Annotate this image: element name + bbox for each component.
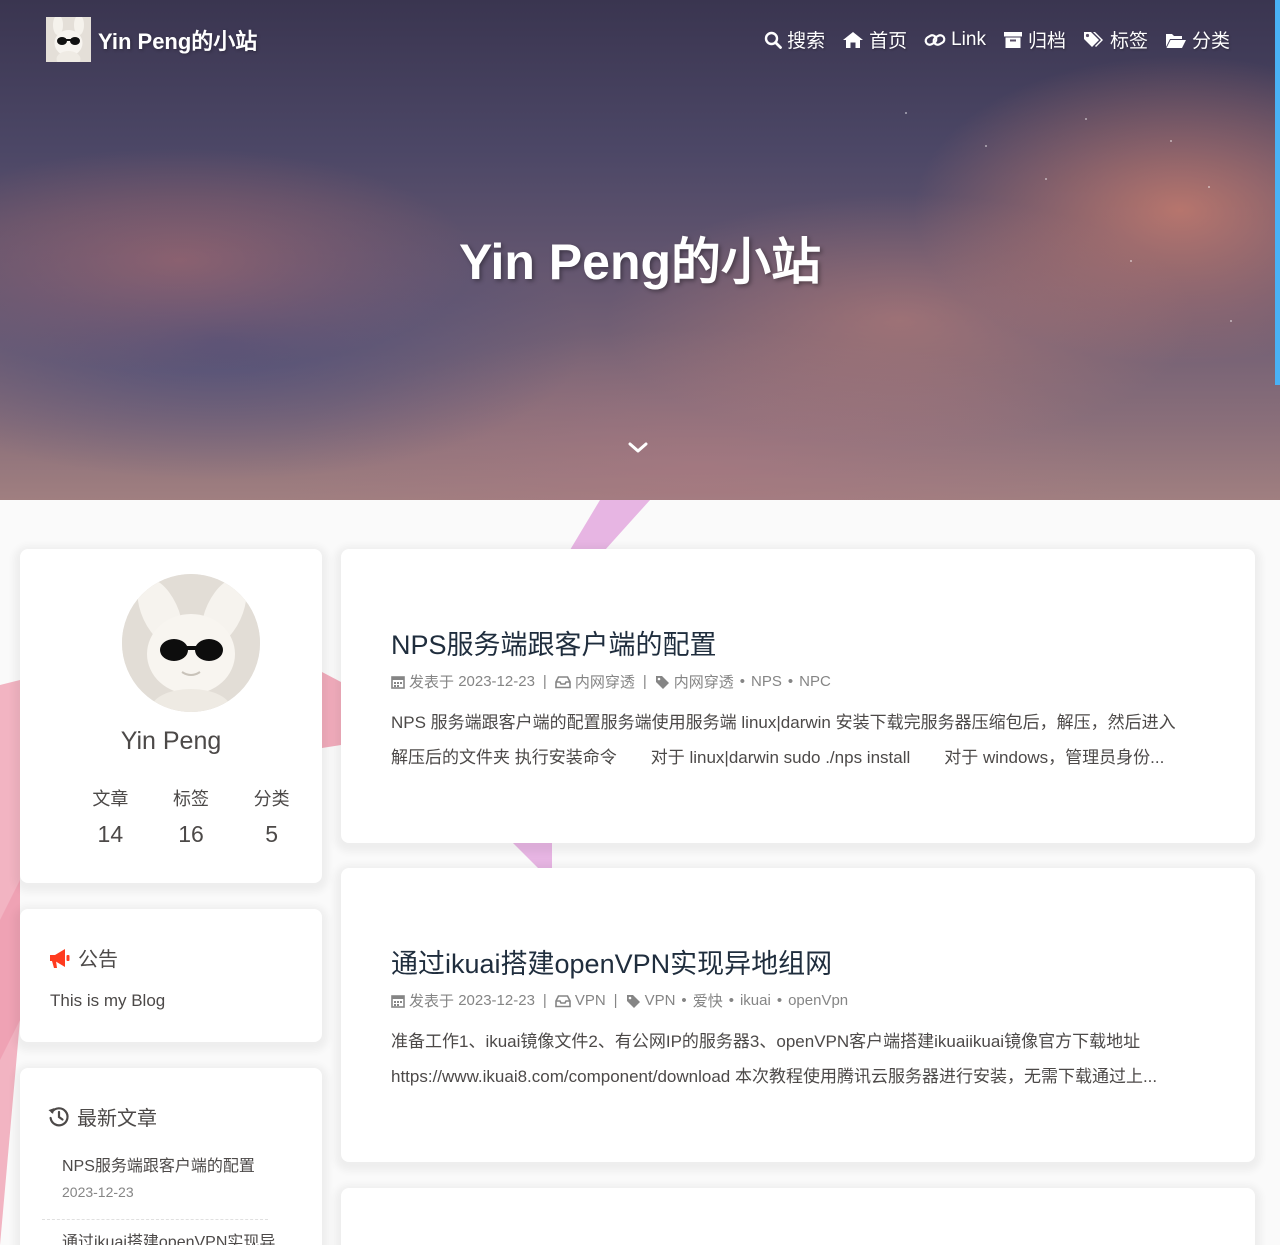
recent-post-date: 2023-12-23 <box>62 1184 134 1200</box>
post-tag[interactable]: 内网穿透 <box>674 671 734 692</box>
announcement-text: This is my Blog <box>50 991 166 1010</box>
author-name: Yin Peng <box>120 727 222 755</box>
author-card: Yin Peng 文章 14 标签 16 分类 5 <box>20 549 322 883</box>
announcement-header: 公告 <box>48 943 118 972</box>
brand[interactable]: Yin Peng的小站 <box>46 17 257 62</box>
post-tag[interactable]: ikuai <box>740 992 771 1009</box>
post-excerpt-line: 准备工作1、ikuai镜像文件2、有公网IP的服务器3、openVPN客户端搭建… <box>391 1032 1141 1051</box>
tag-icon <box>655 675 669 689</box>
menu-item-archive[interactable]: 归档 <box>1003 26 1066 53</box>
recent-posts-header: 最新文章 <box>48 1102 157 1131</box>
announcement-heading: 公告 <box>78 949 118 971</box>
menu-item-search[interactable]: 搜索 <box>764 26 825 53</box>
author-avatar[interactable] <box>122 574 260 712</box>
recent-post-item[interactable]: 通过ikuai搭建openVPN实现异 <box>62 1228 288 1245</box>
stat-categories[interactable]: 分类 5 <box>231 785 312 848</box>
menu-item-home[interactable]: 首页 <box>842 26 907 53</box>
inbox-icon <box>555 675 571 688</box>
post-date: 2023-12-23 <box>458 673 535 690</box>
post-excerpt-line: NPS 服务端跟客户端的配置服务端使用服务端 linux|darwin 安装下载… <box>391 713 1176 732</box>
tag-icon <box>626 994 640 1008</box>
menu-item-link[interactable]: Link <box>924 26 986 53</box>
navbar: Yin Peng的小站 搜索 首页 Link 归档 标签 分类 <box>0 0 1280 80</box>
post-tag[interactable]: NPC <box>799 673 831 690</box>
post-excerpt: NPS 服务端跟客户端的配置服务端使用服务端 linux|darwin 安装下载… <box>391 705 1206 775</box>
recent-post-item[interactable]: NPS服务端跟客户端的配置 2023-12-23 <box>62 1152 288 1200</box>
site-logo <box>46 17 91 62</box>
stat-value: 16 <box>178 821 204 847</box>
post-tag[interactable]: 爱快 <box>693 990 723 1011</box>
archive-icon <box>1003 31 1022 48</box>
hero-title: Yin Peng的小站 <box>458 234 822 290</box>
stat-label: 分类 <box>253 789 290 809</box>
recent-posts-heading: 最新文章 <box>77 1108 157 1130</box>
post-published-label: 发表于 <box>409 993 455 1010</box>
calendar-icon <box>391 675 405 689</box>
menu-item-label: 搜索 <box>787 31 826 52</box>
scroll-down-button[interactable] <box>626 436 650 460</box>
post-category[interactable]: VPN <box>575 992 606 1009</box>
menu-item-label: 标签 <box>1109 31 1148 52</box>
post-title[interactable]: NPS服务端跟客户端的配置 <box>391 623 717 662</box>
stat-tags[interactable]: 标签 16 <box>151 785 232 848</box>
post-date: 2023-12-23 <box>458 992 535 1009</box>
search-icon <box>764 31 782 49</box>
post-excerpt-line: https://www.ikuai8.com/component/downloa… <box>391 1067 1158 1086</box>
post-meta: 发表于 2023-12-23 | 内网穿透 | 内网穿透 • NPS • NPC <box>391 671 831 692</box>
stat-label: 标签 <box>173 789 209 809</box>
meta-separator: | <box>542 673 547 690</box>
meta-separator: | <box>542 992 547 1009</box>
post-tag[interactable]: openVpn <box>788 992 848 1009</box>
hero-banner: Yin Peng的小站 搜索 首页 Link 归档 标签 分类 Yin Peng… <box>0 0 1280 500</box>
meta-separator: | <box>613 992 618 1009</box>
post-card: 通过ikuai搭建openVPN实现异地组网 发表于 2023-12-23 | … <box>341 868 1255 1162</box>
stat-label: 文章 <box>92 789 129 809</box>
calendar-icon <box>391 994 405 1008</box>
tags-icon <box>1083 31 1103 47</box>
meta-separator: | <box>642 673 647 690</box>
post-card <box>341 1188 1255 1245</box>
brand-title[interactable]: Yin Peng的小站 <box>98 24 257 56</box>
bullhorn-icon <box>50 948 70 968</box>
tag-separator: • <box>787 673 794 690</box>
post-card: NPS服务端跟客户端的配置 发表于 2023-12-23 | 内网穿透 | 内网… <box>341 549 1255 843</box>
main-menu: 搜索 首页 Link 归档 标签 分类 <box>764 26 1230 53</box>
announcement-card: 公告 This is my Blog <box>20 909 322 1042</box>
post-tag[interactable]: VPN <box>645 992 676 1009</box>
post-title[interactable]: 通过ikuai搭建openVPN实现异地组网 <box>391 942 832 981</box>
post-published-label: 发表于 <box>409 674 455 691</box>
menu-item-label: 归档 <box>1027 31 1066 52</box>
post-tag[interactable]: NPS <box>751 673 782 690</box>
tag-separator: • <box>776 992 783 1009</box>
menu-item-label: 分类 <box>1191 31 1230 52</box>
tag-separator: • <box>739 673 746 690</box>
menu-item-label: 首页 <box>869 31 908 52</box>
folder-open-icon <box>1165 33 1186 48</box>
stat-articles[interactable]: 文章 14 <box>70 785 151 848</box>
chevron-down-icon <box>628 442 648 453</box>
menu-item-tags[interactable]: 标签 <box>1083 26 1148 53</box>
author-stats: 文章 14 标签 16 分类 5 <box>70 785 312 848</box>
link-icon <box>924 33 946 46</box>
scrollbar-thumb[interactable] <box>1275 0 1280 385</box>
menu-item-categories[interactable]: 分类 <box>1165 26 1230 53</box>
home-icon <box>843 31 864 48</box>
post-category[interactable]: 内网穿透 <box>575 671 635 692</box>
tag-separator: • <box>728 992 734 1009</box>
menu-item-label: Link <box>951 28 986 50</box>
post-meta: 发表于 2023-12-23 | VPN | VPN • 爱快 • ikuai … <box>391 990 848 1011</box>
post-excerpt-line: 解压后的文件夹 执行安装命令 对于 linux|darwin sudo ./np… <box>391 748 1165 767</box>
recent-post-title[interactable]: 通过ikuai搭建openVPN实现异 <box>62 1228 288 1245</box>
tag-separator: • <box>681 992 687 1009</box>
history-icon <box>48 1106 69 1126</box>
recent-post-title[interactable]: NPS服务端跟客户端的配置 <box>62 1152 288 1176</box>
stat-value: 5 <box>265 821 279 847</box>
recent-divider <box>42 1219 268 1220</box>
stat-value: 14 <box>97 821 124 847</box>
post-excerpt: 准备工作1、ikuai镜像文件2、有公网IP的服务器3、openVPN客户端搭建… <box>391 1024 1206 1094</box>
inbox-icon <box>555 994 571 1007</box>
